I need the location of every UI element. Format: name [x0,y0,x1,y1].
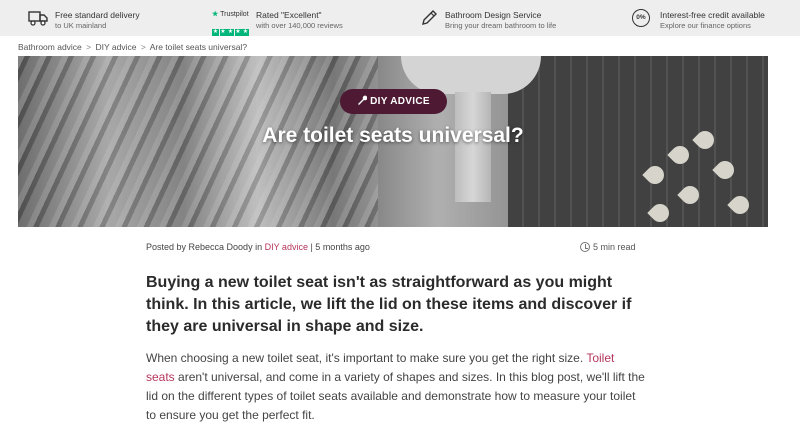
breadcrumb: Bathroom advice > DIY advice > Are toile… [18,42,247,52]
zero-percent-icon: 0% [632,9,650,27]
usp-design-service[interactable]: Bathroom Design Service Bring your dream… [420,0,590,36]
category-badge[interactable]: DIY ADVICE [340,89,447,114]
usp-design-title: Bathroom Design Service [445,10,542,20]
post-author: Posted by Rebecca Doody in [146,242,263,252]
post-date: | 5 months ago [310,242,370,252]
post-category-link[interactable]: DIY advice [265,242,308,252]
breadcrumb-separator: > [140,42,146,52]
article-body: When choosing a new toilet seat, it's im… [146,349,646,425]
trustpilot-logo: ★ Trustpilot [212,11,249,18]
article-intro: Buying a new toilet seat isn't as straig… [146,274,632,335]
breadcrumb-item-bathroom-advice[interactable]: Bathroom advice [18,42,82,52]
breadcrumb-separator: > [86,42,92,52]
page-title: Are toilet seats universal? [262,124,524,147]
usp-rating-subtitle: with over 140,000 reviews [256,21,343,30]
usp-trustpilot[interactable]: ★ Trustpilot ★ ★ ★ ★ ★ Rated "Excellent" wit… [212,0,382,36]
usp-finance-title: Interest-free credit available [660,10,765,20]
usp-design-subtitle: Bring your dream bathroom to life [445,21,557,30]
category-badge-label: DIY ADVICE [370,96,430,107]
clock-icon [580,242,590,252]
usp-finance[interactable]: 0% Interest-free credit available Explor… [632,0,792,36]
read-time: 5 min read [580,242,636,252]
breadcrumb-item-diy-advice[interactable]: DIY advice [96,42,137,52]
usp-delivery-title: Free standard delivery [55,10,140,20]
wrench-icon [357,90,368,115]
truck-icon [28,9,48,27]
usp-bar: Free standard delivery to UK mainland ★ … [0,0,800,36]
article-body-text: When choosing a new toilet seat, it's im… [146,351,584,365]
usp-delivery[interactable]: Free standard delivery to UK mainland [28,0,198,36]
article-body-text: aren't universal, and come in a variety … [146,370,645,422]
hero-image: DIY ADVICE Are toilet seats universal? [18,56,768,227]
pencil-icon [420,9,440,27]
breadcrumb-item-current: Are toilet seats universal? [149,42,248,52]
trustpilot-stars-icon: ★ ★ ★ ★ ★ [212,29,249,36]
usp-rating-title: Rated "Excellent" [256,10,322,20]
usp-finance-subtitle: Explore our finance options [660,21,751,30]
usp-delivery-subtitle: to UK mainland [55,21,107,30]
read-time-label: 5 min read [593,242,636,252]
post-meta: Posted by Rebecca Doody in DIY advice | … [146,242,370,252]
